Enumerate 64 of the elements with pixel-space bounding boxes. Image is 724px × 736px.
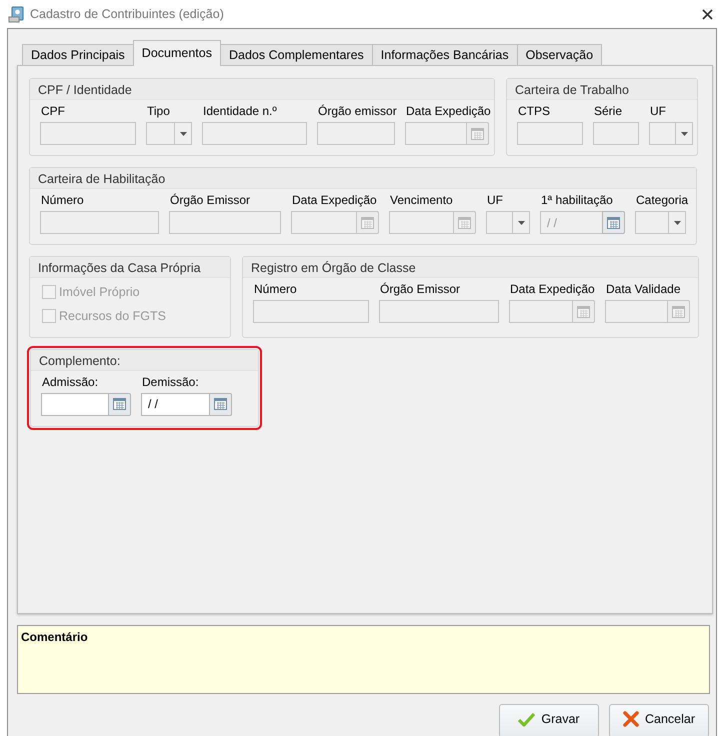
tab[interactable]: Dados Principais (22, 44, 134, 65)
field-label: CPF (40, 103, 66, 120)
save-button[interactable]: Gravar (499, 704, 599, 736)
close-icon (622, 711, 639, 727)
field-label: Demissão: (141, 374, 200, 390)
input-field[interactable]: / / (141, 392, 209, 416)
caret-icon (180, 132, 186, 136)
input-field[interactable] (41, 392, 108, 416)
calendar-icon (113, 397, 126, 411)
group-title: CPF / Identidade (30, 79, 494, 100)
field-label: UF (486, 192, 504, 209)
caret-icon (674, 220, 680, 224)
close-icon[interactable] (701, 8, 714, 20)
field-label: Órgão Emissor (169, 192, 252, 209)
field-label: UF (649, 103, 667, 120)
field-label: Data Expedição (509, 281, 595, 298)
group-title: Complemento: (31, 350, 258, 370)
field-label: Categoria (635, 192, 686, 209)
tab[interactable]: Observação (516, 44, 602, 65)
calendar-button[interactable] (602, 211, 625, 234)
calendar-icon (214, 397, 227, 411)
calendar-button[interactable] (453, 211, 476, 234)
calendar-icon (361, 216, 374, 230)
caret-icon (518, 220, 524, 224)
calendar-button[interactable] (572, 300, 595, 323)
calendar-button[interactable] (356, 211, 379, 234)
calendar-icon (607, 216, 620, 230)
calendar-button[interactable] (667, 300, 690, 323)
calendar-icon (471, 126, 484, 140)
checkbox-label: Recursos do FGTS (59, 308, 166, 325)
calendar-button[interactable] (108, 392, 131, 416)
calendar-button[interactable] (466, 122, 489, 145)
check-icon (518, 712, 536, 726)
field-label: Tipo (146, 103, 171, 120)
calendar-icon (458, 216, 471, 230)
field-label: Vencimento (389, 192, 454, 209)
field-label: Identidade n.º (202, 103, 278, 120)
field-label: Número (40, 192, 85, 209)
field-label: 1ª habilitação (540, 192, 614, 209)
caret-icon (680, 132, 688, 136)
window-title: Cadastro de Contribuintes (edição) (30, 6, 225, 23)
cancel-button[interactable]: Cancelar (609, 704, 709, 736)
checkbox-label: Imóvel Próprio (59, 284, 140, 301)
group-title: Carteira de Trabalho (507, 79, 697, 100)
field-label: Série (593, 103, 624, 120)
group-title: Registro em Órgão de Classe (243, 257, 698, 278)
comment-box[interactable]: Comentário (17, 625, 710, 694)
tab[interactable]: Informações Bancárias (372, 44, 518, 65)
field-label: CTPS (517, 103, 552, 120)
field-label: Órgão Emissor (379, 281, 462, 298)
group-title: Informações da Casa Própria (30, 257, 230, 278)
calendar-icon (577, 304, 590, 318)
field-label: Data Expedição (405, 103, 489, 120)
field-label: Órgão emissor (317, 103, 395, 120)
calendar-button[interactable] (209, 392, 232, 416)
tab[interactable]: Documentos (132, 40, 221, 66)
field-label: Data Validade (605, 281, 682, 298)
tab[interactable]: Dados Complementares (220, 44, 373, 65)
field-label: Número (253, 281, 298, 298)
field-label: Data Expedição (291, 192, 378, 209)
field-label: Admissão: (41, 374, 100, 390)
calendar-icon (672, 304, 685, 318)
group-title: Carteira de Habilitação (30, 168, 696, 189)
app-icon (8, 6, 24, 22)
